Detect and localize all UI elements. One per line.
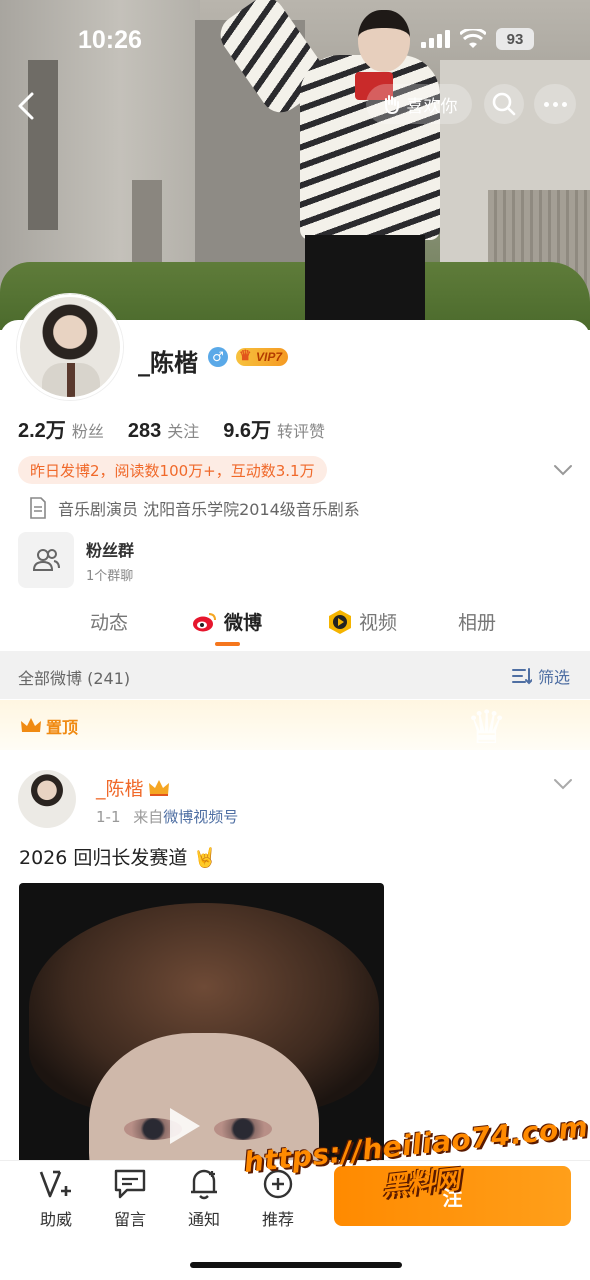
- profile-tabs: 动态 微博 视频 相册: [0, 600, 590, 650]
- battery-indicator: 93: [496, 28, 534, 50]
- post-video-thumbnail[interactable]: [19, 883, 384, 1173]
- weibo-logo-icon: [193, 612, 216, 631]
- play-icon[interactable]: [170, 1108, 200, 1144]
- stat-label: 粉丝: [71, 422, 104, 441]
- hand-heart-icon: [384, 95, 399, 115]
- message-icon: [112, 1166, 148, 1202]
- tab-label: 微博: [224, 612, 263, 634]
- bio-text: 音乐剧演员 沈阳音乐学院2014级音乐剧系: [58, 500, 360, 519]
- cover-person-head: [358, 10, 410, 72]
- tab-album[interactable]: 相册: [458, 608, 496, 635]
- cheer-v-icon: [38, 1166, 74, 1202]
- search-icon: [492, 92, 516, 116]
- vip-crown-icon: [148, 779, 169, 796]
- stat-value: 2.2万: [18, 420, 66, 442]
- fan-group-icon-box[interactable]: [18, 532, 74, 588]
- post-author-avatar[interactable]: [18, 770, 76, 828]
- filter-button[interactable]: 筛选: [511, 664, 570, 688]
- follow-label: 注: [442, 1185, 463, 1210]
- vip-badge[interactable]: VIP7: [236, 347, 289, 366]
- fan-group-subtitle: 1个群聊: [86, 569, 134, 584]
- post-source-link[interactable]: 微博视频号: [163, 808, 238, 826]
- stat-value: 283: [127, 420, 162, 442]
- thumbnail-eye: [214, 1118, 272, 1140]
- male-gender-icon: ♂: [208, 347, 228, 367]
- post-text: 2026 回归长发赛道 🤘: [19, 847, 218, 869]
- wifi-icon: [460, 29, 486, 48]
- stat-followers[interactable]: 2.2万 粉丝: [18, 414, 104, 443]
- tab-dynamics[interactable]: 动态: [90, 608, 128, 635]
- more-button[interactable]: [534, 84, 576, 124]
- all-posts-count[interactable]: 全部微博 (241): [18, 665, 130, 689]
- more-dot-icon: [561, 101, 567, 107]
- tab-label: 动态: [90, 612, 129, 634]
- stat-value: 9.6万: [223, 420, 272, 442]
- like-you-label: 喜欢你: [406, 96, 458, 117]
- activity-summary-badge[interactable]: 昨日发博2，阅读数100万+，互动数3.1万: [18, 456, 327, 484]
- avatar-tie: [67, 363, 75, 397]
- crown-icon: [21, 718, 41, 732]
- stat-label: 关注: [167, 422, 200, 441]
- home-indicator[interactable]: [190, 1262, 402, 1268]
- stat-interactions[interactable]: 9.6万 转评赞: [223, 414, 325, 443]
- back-button[interactable]: [10, 86, 42, 126]
- stat-following[interactable]: 283 关注: [128, 418, 199, 443]
- bottom-item-label: 留言: [113, 1210, 146, 1229]
- tab-label: 相册: [458, 612, 497, 634]
- back-arrow-icon: [18, 92, 34, 120]
- chevron-down-icon[interactable]: [552, 460, 574, 480]
- pinned-label: 置顶: [20, 714, 78, 738]
- status-icons: 93: [421, 28, 534, 50]
- stat-label: 转评赞: [277, 422, 326, 441]
- bottom-item-label: 通知: [187, 1210, 220, 1229]
- pinned-banner: 置顶 ♛: [0, 700, 590, 750]
- active-tab-indicator: [215, 642, 240, 646]
- notify-button[interactable]: 通知: [173, 1166, 235, 1230]
- profile-stats: 2.2万 粉丝 283 关注 9.6万 转评赞: [18, 414, 325, 443]
- filter-icon: [511, 668, 532, 685]
- recommend-icon: [260, 1166, 296, 1202]
- bell-icon: [186, 1166, 222, 1202]
- group-people-icon: [32, 549, 60, 571]
- cheer-button[interactable]: 助威: [25, 1166, 87, 1230]
- post-date: 1-1: [96, 808, 121, 826]
- follow-button[interactable]: 注: [334, 1166, 571, 1226]
- fan-group-title[interactable]: 粉丝群: [86, 537, 134, 561]
- pinned-text: 置顶: [46, 718, 79, 737]
- search-button[interactable]: [484, 84, 524, 124]
- cover-person-pants: [305, 235, 425, 330]
- recommend-button[interactable]: 推荐: [247, 1166, 309, 1230]
- bottom-item-label: 推荐: [261, 1210, 294, 1229]
- post-meta: 1-1 来自微博视频号: [96, 806, 238, 827]
- tab-label: 视频: [359, 612, 398, 634]
- feed-header: 全部微博 (241) 筛选: [0, 651, 590, 699]
- post-author-name[interactable]: _陈楷: [96, 774, 170, 801]
- profile-bio: 音乐剧演员 沈阳音乐学院2014级音乐剧系: [28, 496, 360, 520]
- author-name-text: _陈楷: [96, 778, 144, 800]
- tab-video[interactable]: 视频: [327, 608, 397, 635]
- post-options-chevron-icon[interactable]: [552, 774, 574, 794]
- status-time: 10:26: [78, 26, 142, 54]
- more-dot-icon: [552, 101, 558, 107]
- filter-label: 筛选: [537, 668, 570, 687]
- bottom-item-label: 助威: [39, 1210, 72, 1229]
- message-button[interactable]: 留言: [99, 1166, 161, 1230]
- more-dot-icon: [543, 101, 549, 107]
- signal-icon: [421, 30, 450, 48]
- document-icon: [30, 497, 46, 519]
- post-source-prefix: 来自: [133, 808, 164, 826]
- video-play-icon: [329, 609, 351, 634]
- profile-avatar[interactable]: [17, 294, 123, 400]
- like-you-button[interactable]: 喜欢你: [366, 84, 472, 124]
- tab-weibo[interactable]: 微博: [192, 608, 262, 635]
- profile-name: _陈楷: [138, 349, 198, 377]
- decorative-crown-icon: ♛: [466, 700, 508, 754]
